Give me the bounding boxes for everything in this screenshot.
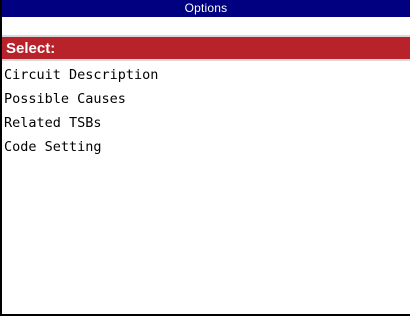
option-related-tsbs[interactable]: Related TSBs bbox=[2, 111, 410, 135]
window-title: Options bbox=[2, 0, 410, 17]
title-gap bbox=[2, 17, 410, 35]
option-possible-causes[interactable]: Possible Causes bbox=[2, 87, 410, 111]
options-list: Circuit Description Possible Causes Rela… bbox=[2, 63, 410, 159]
option-circuit-description[interactable]: Circuit Description bbox=[2, 63, 410, 87]
select-label: Select: bbox=[6, 40, 56, 57]
option-code-setting[interactable]: Code Setting bbox=[2, 135, 410, 159]
options-window: Options Select: Circuit Description Poss… bbox=[0, 0, 410, 316]
select-header: Select: bbox=[2, 35, 410, 61]
